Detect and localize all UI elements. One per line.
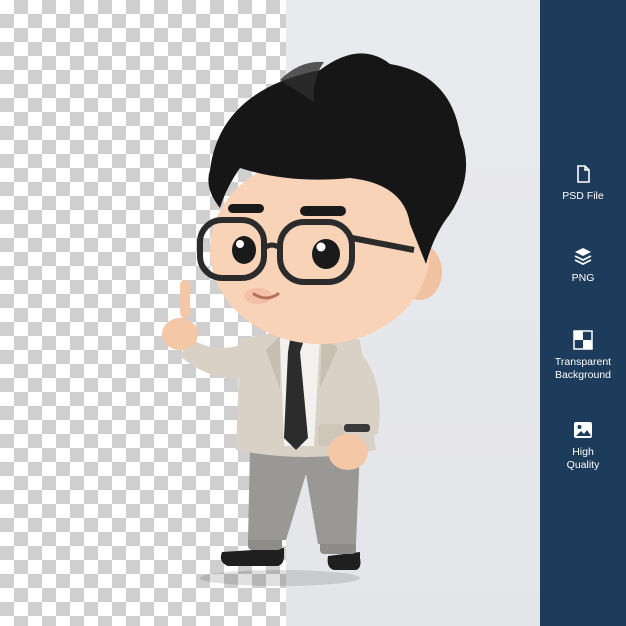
document-icon [577,165,590,183]
feature-transparent-background: Transparent Background [540,330,626,382]
feature-label: PNG [571,272,595,284]
layers-icon [574,248,592,266]
feature-high-quality: High Quality [540,420,626,472]
checkerboard-icon [573,330,593,350]
feature-label: High Quality [566,446,600,471]
character-illustration [162,53,467,586]
feature-label: Transparent Background [554,356,612,381]
features-sidebar: PSD File PNG Transparent Background High… [540,0,626,626]
feature-psd-file: PSD File [540,164,626,203]
preview-area [0,0,540,626]
feature-png: PNG [540,246,626,285]
image-icon [574,422,592,438]
feature-label: PSD File [562,190,604,202]
